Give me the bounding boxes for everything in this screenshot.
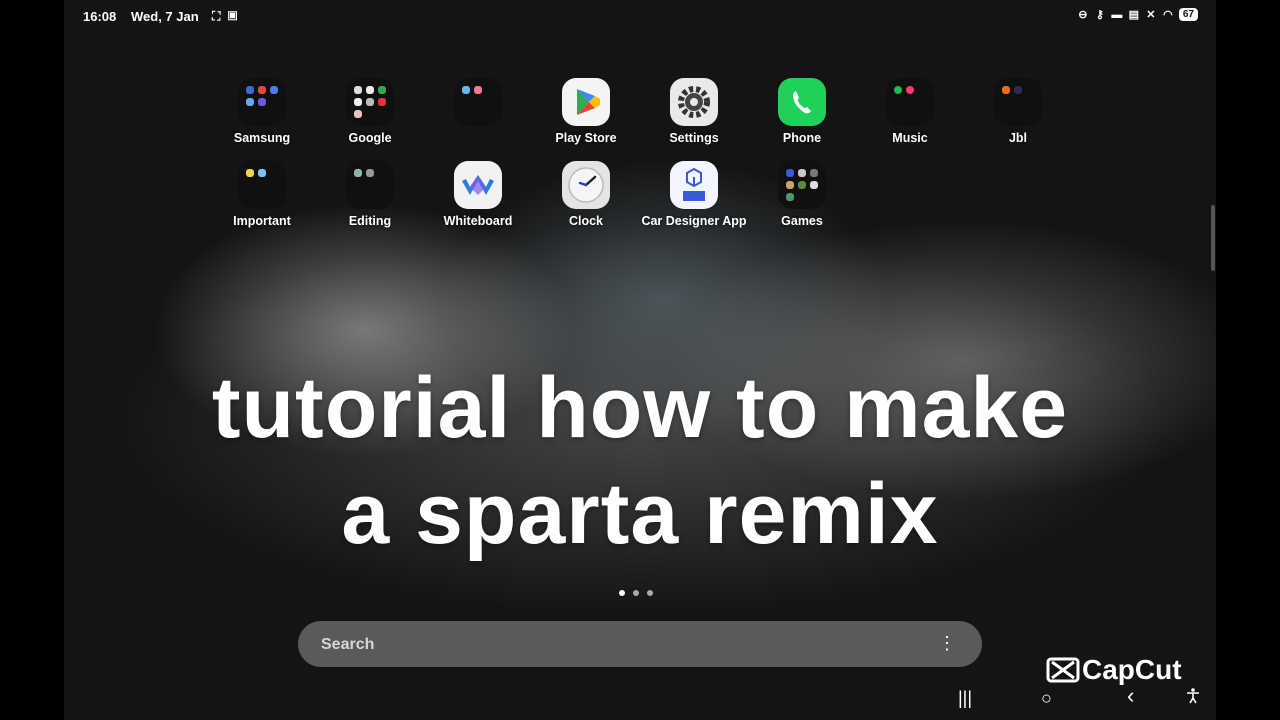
- overlay-line-2: a sparta remix: [341, 466, 939, 562]
- app-jbl[interactable]: Jbl: [964, 78, 1072, 145]
- app-car-designer[interactable]: Car Designer App: [640, 161, 748, 228]
- page-indicator: [619, 590, 653, 596]
- status-bar: 16:08 Wed, 7 Jan ⛶ ▣ ⊖ ⚷ ▬ ▤ ✕ ◠ 67: [64, 0, 1216, 32]
- overlay-line-1: tutorial how to make: [211, 360, 1069, 456]
- unnamed-folder-icon: [454, 78, 502, 126]
- clock-icon: [562, 161, 610, 209]
- page-dot[interactable]: [647, 590, 653, 596]
- app-label: Clock: [568, 214, 604, 228]
- app-whiteboard[interactable]: Whiteboard: [424, 161, 532, 228]
- search-bar[interactable]: Search ⋮: [298, 621, 982, 667]
- home-screen: 16:08 Wed, 7 Jan ⛶ ▣ ⊖ ⚷ ▬ ▤ ✕ ◠ 67 Sams…: [64, 0, 1216, 720]
- screen-record-icon: ▣: [227, 9, 240, 23]
- app-play-store[interactable]: Play Store: [532, 78, 640, 145]
- recent-apps-button[interactable]: |||: [958, 688, 972, 709]
- app-unnamed-folder[interactable]: [424, 78, 532, 131]
- edge-panel-handle[interactable]: [1211, 205, 1215, 271]
- battery-level: 67: [1178, 8, 1198, 21]
- page-dot-active[interactable]: [619, 590, 625, 596]
- back-button[interactable]: ‹: [1127, 683, 1134, 709]
- screenshot-frame-icon: ⛶: [212, 9, 223, 23]
- car-icon: ▬: [1111, 8, 1123, 21]
- status-left-icons: ⛶ ▣: [212, 9, 239, 24]
- app-games[interactable]: Games: [748, 161, 856, 228]
- app-phone[interactable]: Phone: [748, 78, 856, 145]
- app-label: Samsung: [233, 131, 291, 145]
- status-time: 16:08: [83, 9, 117, 24]
- jbl-folder-icon: [994, 78, 1042, 126]
- phone-icon: [778, 78, 826, 126]
- editing-folder-icon: [346, 161, 394, 209]
- video-overlay-title: tutorial how to make a sparta remix: [64, 355, 1216, 567]
- capcut-logo-icon: [1046, 657, 1080, 683]
- app-label: Whiteboard: [443, 214, 513, 228]
- google-folder-icon: [346, 78, 394, 126]
- key-icon: ⚷: [1095, 8, 1104, 21]
- app-label: Play Store: [555, 131, 617, 145]
- mute-icon: ✕: [1146, 8, 1156, 21]
- settings-gear-icon: [670, 78, 718, 126]
- app-samsung[interactable]: Samsung: [208, 78, 316, 145]
- app-google[interactable]: Google: [316, 78, 424, 145]
- music-folder-icon: [886, 78, 934, 126]
- app-clock[interactable]: Clock: [532, 161, 640, 228]
- app-label: Jbl: [1008, 131, 1028, 145]
- important-folder-icon: [238, 161, 286, 209]
- app-settings[interactable]: Settings: [640, 78, 748, 145]
- app-label: Important: [233, 214, 291, 228]
- app-music[interactable]: Music: [856, 78, 964, 145]
- more-options-icon[interactable]: ⋮: [938, 633, 956, 653]
- app-label: Music: [892, 131, 928, 145]
- app-label: Editing: [348, 214, 392, 228]
- cast-icon: ▤: [1128, 8, 1140, 21]
- app-label: Google: [348, 131, 392, 145]
- status-date: Wed, 7 Jan: [131, 9, 199, 24]
- app-label: Car Designer App: [641, 214, 747, 228]
- capcut-wordmark: CapCut: [1082, 654, 1182, 685]
- app-important[interactable]: Important: [208, 161, 316, 228]
- car-designer-icon: [670, 161, 718, 209]
- app-label: Phone: [782, 131, 822, 145]
- samsung-folder-icon: [238, 78, 286, 126]
- accessibility-icon[interactable]: [1186, 688, 1200, 709]
- games-folder-icon: [778, 161, 826, 209]
- page-dot[interactable]: [633, 590, 639, 596]
- status-right-icons: ⊖ ⚷ ▬ ▤ ✕ ◠ 67: [1077, 8, 1198, 21]
- home-button[interactable]: ○: [1041, 688, 1052, 709]
- play-store-icon: [562, 78, 610, 126]
- app-label: Games: [781, 214, 823, 228]
- do-not-disturb-icon: ⊖: [1078, 8, 1088, 21]
- wifi-icon: ◠: [1163, 8, 1173, 21]
- app-label: Settings: [669, 131, 719, 145]
- app-editing[interactable]: Editing: [316, 161, 424, 228]
- capcut-watermark: CapCut: [1046, 654, 1182, 686]
- search-placeholder: Search: [321, 636, 375, 653]
- whiteboard-icon: [454, 161, 502, 209]
